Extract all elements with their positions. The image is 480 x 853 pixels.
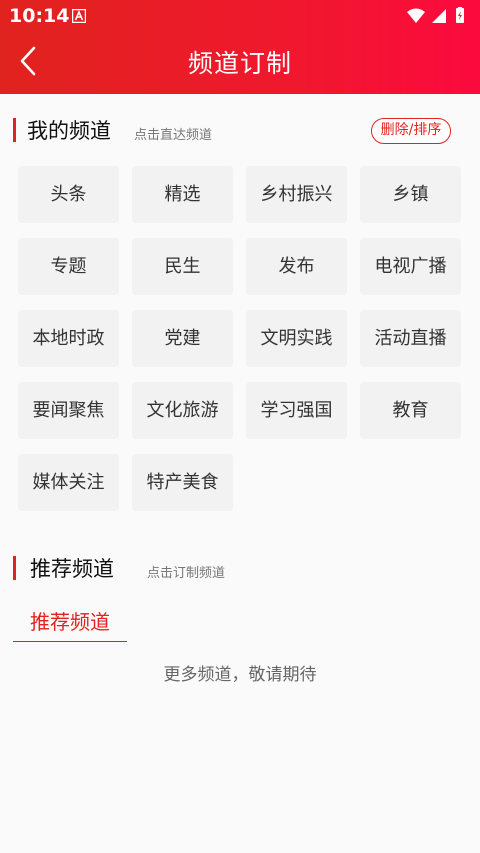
channel-item[interactable]: 教育 — [360, 382, 461, 439]
page-title: 频道订制 — [187, 49, 292, 78]
recommended-title: 推荐频道 — [30, 557, 114, 581]
channel-item[interactable]: 乡村振兴 — [246, 166, 347, 223]
channel-item[interactable]: 本地时政 — [18, 310, 119, 367]
channel-item[interactable]: 精选 — [132, 166, 233, 223]
channel-item[interactable]: 民生 — [132, 238, 233, 295]
channel-item[interactable]: 学习强国 — [246, 382, 347, 439]
status-icons — [407, 7, 464, 23]
channel-item[interactable]: 文明实践 — [246, 310, 347, 367]
my-channels-title: 我的频道 — [27, 119, 111, 143]
empty-state-text: 更多频道，敬请期待 — [163, 665, 317, 685]
my-channels-hint: 点击直达频道 — [134, 128, 213, 143]
channel-item[interactable]: 要闻聚焦 — [18, 382, 119, 439]
channel-item[interactable]: 特产美食 — [132, 454, 233, 511]
channel-item[interactable]: 乡镇 — [360, 166, 461, 223]
section-accent-bar — [13, 556, 16, 580]
channel-item[interactable]: 电视广播 — [360, 238, 461, 295]
recommended-header: 推荐频道 点击订制频道 — [0, 552, 480, 584]
channel-item[interactable]: 文化旅游 — [132, 382, 233, 439]
delete-sort-button[interactable]: 删除/排序 — [371, 118, 451, 144]
channel-item[interactable]: 党建 — [132, 310, 233, 367]
battery-icon — [456, 7, 464, 23]
tab-recommended-label: 推荐频道 — [30, 610, 110, 634]
channel-item[interactable]: 头条 — [18, 166, 119, 223]
channel-item[interactable]: 媒体关注 — [18, 454, 119, 511]
tab-recommended[interactable]: 推荐频道 — [13, 604, 127, 642]
signal-icon — [432, 9, 446, 23]
status-time: 10:14 — [9, 5, 70, 27]
app-header: 10:14 频道订制 — [0, 0, 480, 94]
channel-item[interactable]: 发布 — [246, 238, 347, 295]
status-bar: 10:14 — [0, 0, 480, 32]
channel-item[interactable]: 专题 — [18, 238, 119, 295]
channel-item[interactable]: 活动直播 — [360, 310, 461, 367]
recommended-hint: 点击订制频道 — [147, 566, 226, 581]
wifi-icon — [407, 8, 425, 23]
app-notification-icon — [72, 9, 86, 23]
section-accent-bar — [13, 118, 16, 142]
